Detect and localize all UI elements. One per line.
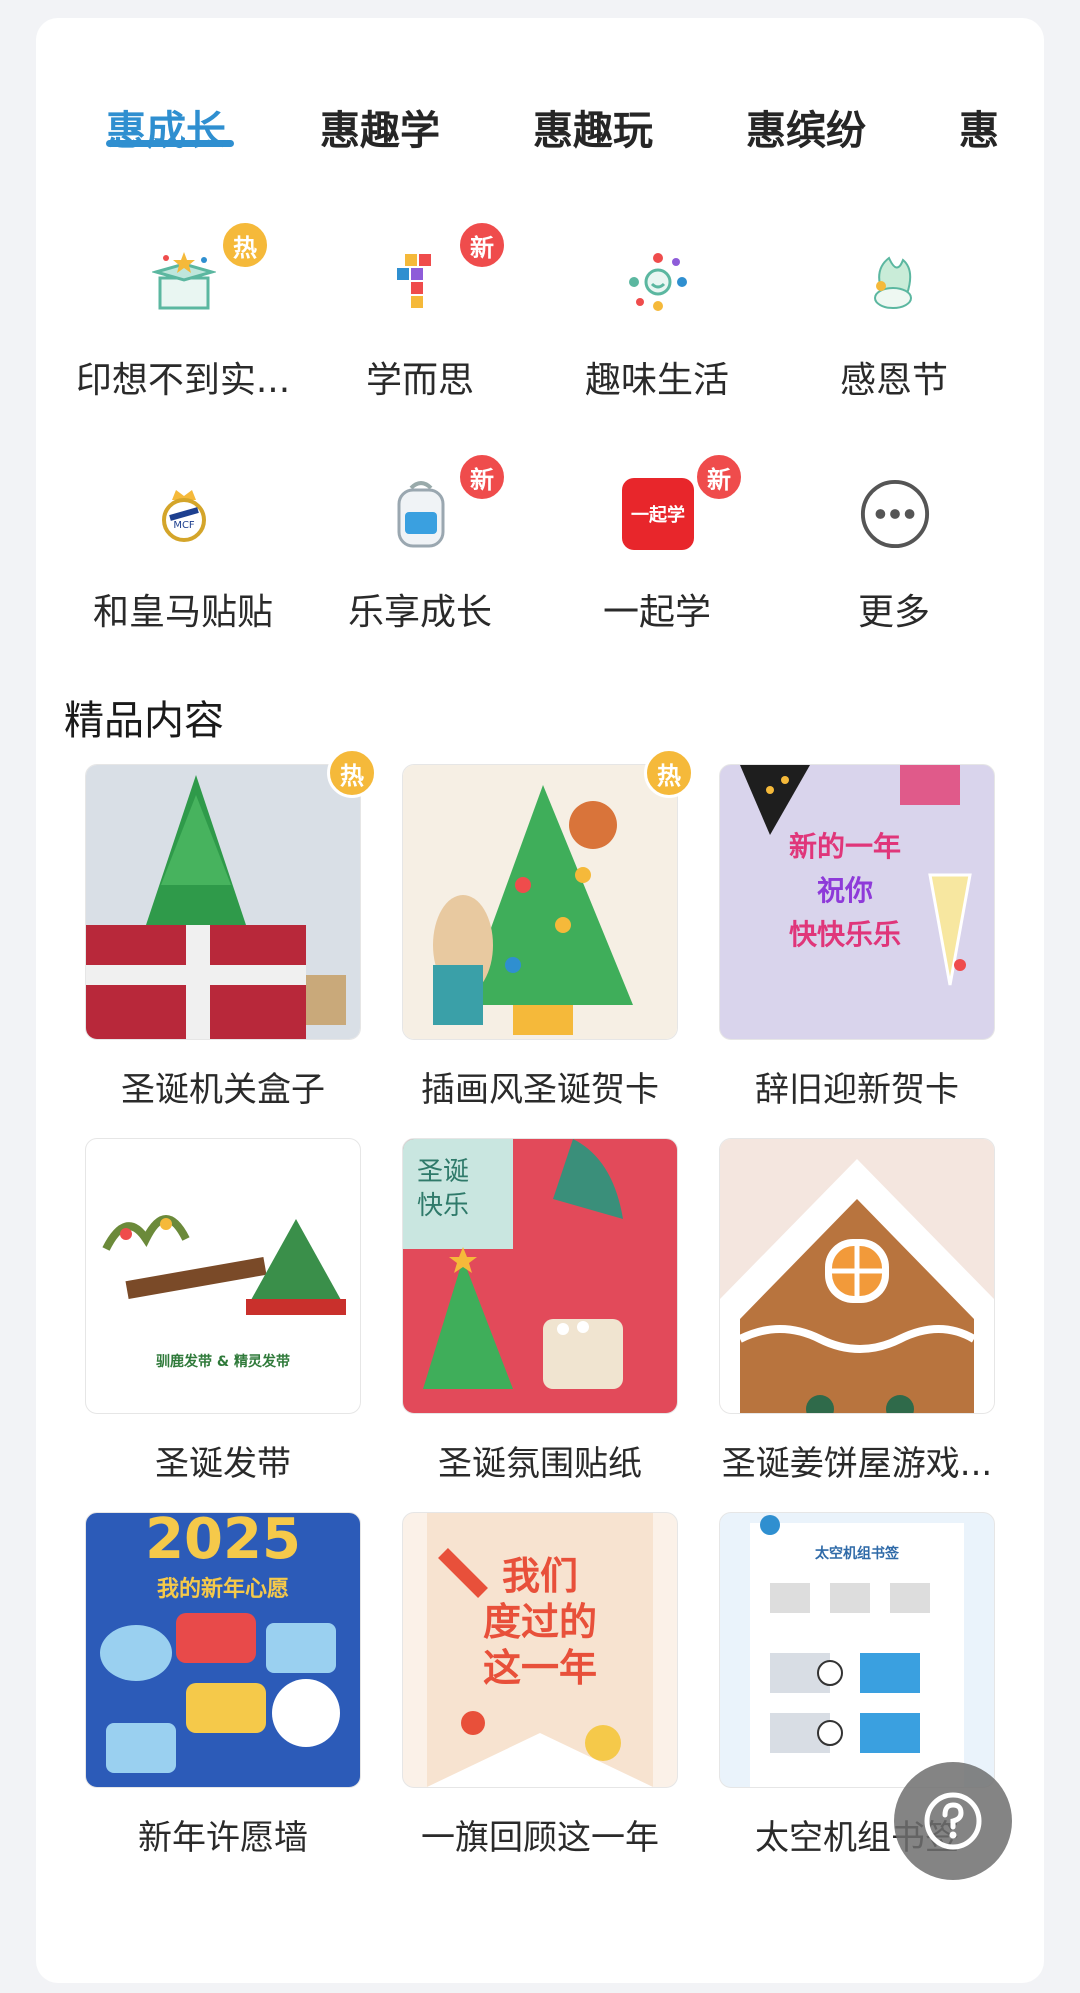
icon-label: 和皇马贴贴	[92, 592, 273, 633]
icon-label: 印想不到实...	[75, 360, 291, 401]
icon-item-quweishenghuo[interactable]: 趣味生活	[537, 246, 777, 426]
tile-image-subtext: 我的新年心愿	[156, 1577, 289, 1602]
tile-image	[85, 764, 361, 1040]
tile-image-text: 我们 度过的 这一年	[482, 1554, 597, 1690]
category-tabs: 惠成长 惠趣学 惠趣玩 惠缤纷 惠	[36, 78, 1044, 178]
new-badge: 新	[457, 452, 507, 502]
icon-item-lexiangchengzhang[interactable]: 新 乐享成长	[300, 452, 540, 658]
tab-huiquxue[interactable]: 惠趣学	[320, 98, 440, 156]
icon-item-ganenjie[interactable]: 感恩节	[774, 246, 1014, 426]
icon-item-huangma[interactable]: MCF 和皇马贴贴	[63, 478, 303, 658]
tile-label: 辞旧迎新贺卡	[755, 1070, 959, 1110]
hot-badge: 热	[220, 220, 270, 270]
tile-image: 2025 我的新年心愿	[85, 1512, 361, 1788]
icon-item-yinxiang[interactable]: 热 印想不到实...	[63, 220, 303, 426]
section-title: 精品内容	[64, 698, 224, 744]
tile-label: 圣诞发带	[155, 1444, 291, 1484]
real-madrid-crest-icon: MCF	[148, 478, 220, 550]
icon-label: 更多	[857, 592, 930, 633]
peacock-icon	[859, 246, 931, 318]
icon-label: 一起学	[602, 592, 711, 633]
gift-box-icon	[148, 246, 220, 318]
svg-text:MCF: MCF	[173, 520, 195, 531]
tile-label: 插画风圣诞贺卡	[421, 1070, 659, 1110]
icon-label: 乐享成长	[347, 592, 492, 633]
icon-item-more[interactable]: 更多	[774, 478, 1014, 658]
new-badge: 新	[694, 452, 744, 502]
icon-item-yiqixue[interactable]: 一起学 新 一起学	[537, 452, 777, 658]
tile-image-text: 驯鹿发带 & 精灵发带	[156, 1354, 290, 1370]
tab-huibinfen[interactable]: 惠缤纷	[746, 98, 866, 156]
hot-badge: 热	[644, 748, 694, 798]
tile-image: 我们 度过的 这一年	[402, 1512, 678, 1788]
main-card: 惠成长 惠趣学 惠趣玩 惠缤纷 惠 热 印想不到实... 新 学而思 趣味生活 …	[36, 18, 1044, 1983]
tab-huichengzhang[interactable]: 惠成长	[106, 98, 226, 156]
tile-image: 新的一年 祝你 快快乐乐	[719, 764, 995, 1040]
tile-label: 圣诞氛围贴纸	[438, 1444, 642, 1484]
icon-label: 感恩节	[839, 360, 948, 401]
tile-label: 圣诞姜饼屋游戏...	[721, 1444, 993, 1484]
yiqixue-logo-icon: 一起学	[622, 478, 694, 550]
icon-item-xueersi[interactable]: 新 学而思	[300, 220, 540, 426]
tile-label: 圣诞机关盒子	[121, 1070, 325, 1110]
backpack-icon	[385, 478, 457, 550]
icon-label: 趣味生活	[584, 360, 729, 401]
life-circle-icon	[622, 246, 694, 318]
new-badge: 新	[457, 220, 507, 270]
tile-image	[719, 1138, 995, 1414]
tab-hui-more[interactable]: 惠	[959, 98, 999, 156]
tile-image: 太空机组书签	[719, 1512, 995, 1788]
tile-image-text: 新的一年 祝你 快快乐乐	[788, 830, 901, 951]
more-icon	[859, 478, 931, 550]
tile-image	[402, 764, 678, 1040]
active-tab-indicator	[106, 140, 234, 147]
tile-image-text: 圣诞 快乐	[417, 1157, 470, 1221]
question-icon	[924, 1792, 982, 1850]
tile-label: 新年许愿墙	[138, 1818, 308, 1858]
tab-huiquwan[interactable]: 惠趣玩	[533, 98, 653, 156]
tile-image-text: 太空机组书签	[815, 1546, 899, 1562]
colored-blocks-icon	[385, 246, 457, 318]
icon-label: 学而思	[365, 360, 474, 401]
hot-badge: 热	[327, 748, 377, 798]
yiqixue-logo-text: 一起学	[622, 478, 694, 550]
tile-image-text: 2025	[145, 1512, 301, 1572]
help-button[interactable]	[894, 1762, 1012, 1880]
tile-image: 驯鹿发带 & 精灵发带	[85, 1138, 361, 1414]
tile-label: 一旗回顾这一年	[421, 1818, 659, 1858]
tile-image: 圣诞 快乐	[402, 1138, 678, 1414]
